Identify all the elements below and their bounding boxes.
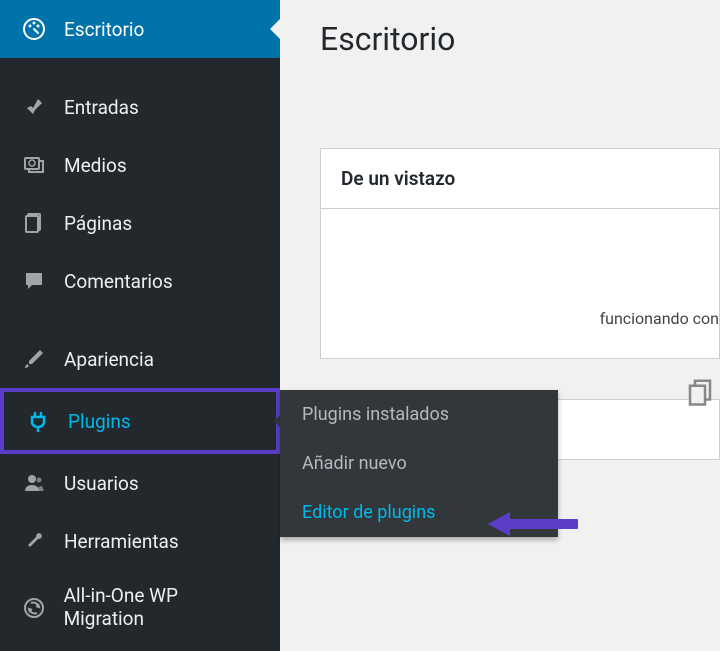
sidebar-item-tools[interactable]: Herramientas xyxy=(0,512,280,570)
sidebar-item-comments[interactable]: Comentarios xyxy=(0,252,280,310)
sidebar-item-label: Páginas xyxy=(64,212,132,235)
panel-body: funcionando con xyxy=(321,208,719,358)
annotation-arrow xyxy=(488,509,578,543)
sidebar-item-appearance[interactable]: Apariencia xyxy=(0,330,280,388)
dashboard-icon xyxy=(20,15,48,43)
sidebar-item-posts[interactable]: Entradas xyxy=(0,78,280,136)
media-icon xyxy=(20,151,48,179)
page-title: Escritorio xyxy=(280,0,720,78)
panel-at-a-glance: De un vistazo funcionando con xyxy=(320,148,720,359)
submenu-item-add-new[interactable]: Añadir nuevo xyxy=(280,439,558,488)
sidebar-item-label: Comentarios xyxy=(64,270,173,293)
tools-icon xyxy=(20,527,48,555)
panel-header: De un vistazo xyxy=(321,149,719,208)
sidebar-item-label: Entradas xyxy=(64,96,139,119)
sidebar-item-users[interactable]: Usuarios xyxy=(0,454,280,512)
plug-icon xyxy=(24,407,52,435)
users-icon xyxy=(20,469,48,497)
sidebar-item-dashboard[interactable]: Escritorio xyxy=(0,0,280,58)
sidebar-item-label: Usuarios xyxy=(64,472,139,495)
sidebar-item-media[interactable]: Medios xyxy=(0,136,280,194)
sidebar-item-plugins[interactable]: Plugins xyxy=(0,388,280,454)
sidebar-item-pages[interactable]: Páginas xyxy=(0,194,280,252)
sidebar-item-label: Escritorio xyxy=(64,18,144,41)
sidebar-item-label: All-in-One WP Migration xyxy=(64,585,260,631)
sidebar-item-migration[interactable]: All-in-One WP Migration xyxy=(0,570,280,646)
sidebar-item-label: Apariencia xyxy=(64,348,154,371)
sidebar-item-label: Medios xyxy=(64,154,127,177)
copy-icon xyxy=(685,377,715,407)
comments-icon xyxy=(20,267,48,295)
pages-icon xyxy=(20,209,48,237)
sidebar-item-label: Plugins xyxy=(68,410,131,433)
main-content: Escritorio De un vistazo funcionando con… xyxy=(280,0,720,651)
admin-sidebar: Escritorio Entradas Medios Páginas Comen… xyxy=(0,0,280,651)
submenu-item-installed[interactable]: Plugins instalados xyxy=(280,390,558,439)
brush-icon xyxy=(20,345,48,373)
pin-icon xyxy=(20,93,48,121)
migration-icon xyxy=(20,594,48,622)
panel-body-text: funcionando con xyxy=(600,309,719,328)
sidebar-item-label: Herramientas xyxy=(64,530,179,553)
